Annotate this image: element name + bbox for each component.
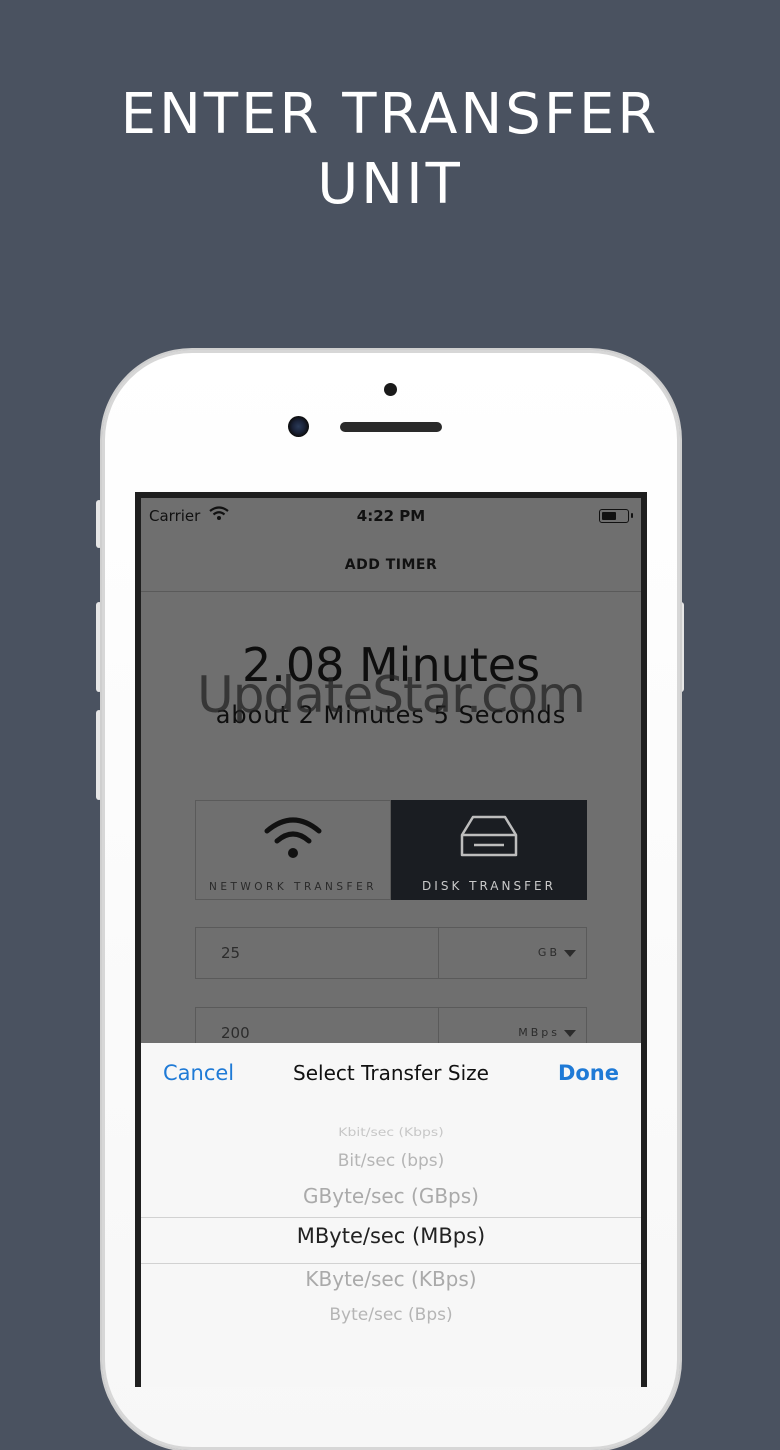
done-button[interactable]: Done: [558, 1061, 619, 1085]
disk-transfer-tab[interactable]: DISK TRANSFER: [391, 800, 587, 900]
picker-option[interactable]: Bit/sec (bps): [141, 1151, 641, 1171]
wifi-icon: [263, 813, 323, 865]
network-transfer-tab[interactable]: NETWORK TRANSFER: [195, 800, 391, 900]
picker-option[interactable]: Kbit/sec (Kbps): [141, 1127, 641, 1140]
app-screen: Carrier 4:22 PM ADD TIMER 2.08 Minutes a…: [141, 498, 641, 1387]
speed-unit-label: MBps: [518, 1026, 560, 1039]
battery-icon: [599, 509, 633, 523]
selection-line-bottom: [141, 1263, 641, 1264]
phone-screen: Carrier 4:22 PM ADD TIMER 2.08 Minutes a…: [135, 492, 647, 1387]
picker-option-selected[interactable]: MByte/sec (MBps): [141, 1224, 641, 1248]
status-time: 4:22 PM: [356, 507, 426, 525]
headline-line-2: UNIT: [317, 152, 463, 217]
headline-line-1: ENTER TRANSFER: [120, 82, 660, 147]
size-unit-label: GB: [537, 946, 560, 959]
size-input[interactable]: 25: [195, 927, 439, 979]
selection-line-top: [141, 1217, 641, 1218]
marketing-headline: ENTER TRANSFER UNIT: [0, 80, 780, 220]
disk-transfer-label: DISK TRANSFER: [422, 879, 556, 893]
chevron-down-icon: [564, 1029, 576, 1037]
watermark: UpdateStar.com: [197, 666, 586, 724]
picker-option[interactable]: GByte/sec (GBps): [141, 1184, 641, 1208]
unit-picker-sheet: Cancel Select Transfer Size Done Kbit/se…: [141, 1043, 641, 1387]
picker-toolbar: Cancel Select Transfer Size Done: [141, 1043, 641, 1101]
network-transfer-label: NETWORK TRANSFER: [208, 881, 378, 893]
earpiece-speaker: [340, 422, 442, 432]
disk-icon: [459, 813, 519, 863]
nav-title: ADD TIMER: [141, 532, 641, 592]
proximity-sensor: [384, 383, 397, 396]
status-bar: Carrier 4:22 PM: [141, 498, 641, 532]
size-unit-select[interactable]: GB: [439, 927, 587, 979]
size-row: 25 GB: [195, 927, 587, 979]
picker-option[interactable]: Byte/sec (Bps): [141, 1305, 641, 1325]
front-camera-icon: [288, 416, 309, 437]
transfer-mode-selector: NETWORK TRANSFER DISK TRANSFER: [195, 800, 587, 900]
unit-picker-wheel[interactable]: Kbit/sec (Kbps) Bit/sec (bps) GByte/sec …: [141, 1101, 641, 1387]
chevron-down-icon: [564, 949, 576, 957]
picker-option[interactable]: KByte/sec (KBps): [141, 1267, 641, 1291]
